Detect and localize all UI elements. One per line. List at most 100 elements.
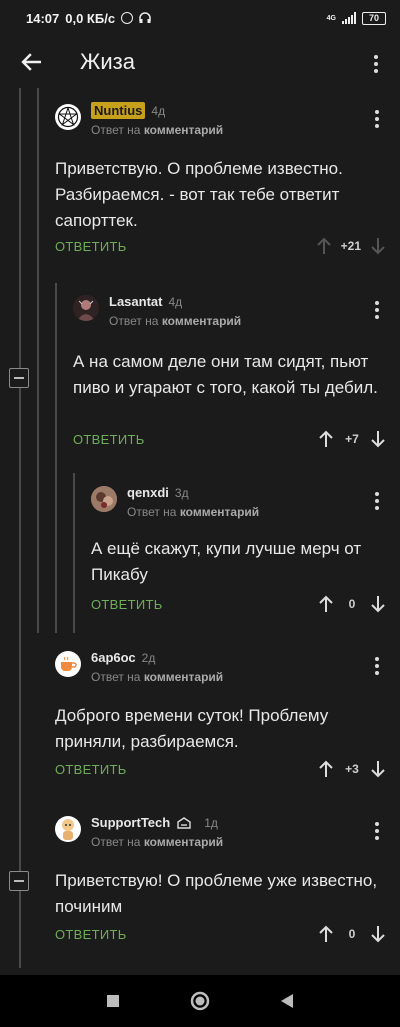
square-icon	[107, 995, 120, 1007]
rating: +3	[345, 762, 359, 776]
reply-button[interactable]: ОТВЕТИТЬ	[91, 597, 163, 612]
reply-to-link[interactable]: комментарий	[144, 670, 223, 684]
reply-button[interactable]: ОТВЕТИТЬ	[55, 927, 127, 942]
system-nav-bar	[0, 975, 400, 1027]
downvote-button[interactable]	[369, 759, 387, 779]
author-name[interactable]: 6ар6ос	[91, 650, 136, 665]
thread-line	[37, 88, 39, 633]
reply-button[interactable]: ОТВЕТИТЬ	[55, 239, 127, 254]
arrow-down-icon	[371, 926, 385, 943]
comment-time: 4д	[168, 294, 183, 309]
comment-text: Приветствую. О проблеме известно. Разбир…	[55, 159, 343, 230]
comment-menu-button[interactable]	[367, 818, 387, 844]
comment-menu-button[interactable]	[367, 297, 387, 323]
comment: Lasantat 4д Ответ на комментарий А на сам…	[73, 293, 387, 453]
thread-line	[73, 473, 75, 633]
author-name[interactable]: SupportTech	[91, 815, 170, 830]
battery-icon: 70	[362, 11, 386, 25]
system-back-button[interactable]	[267, 981, 307, 1021]
cup-icon	[61, 656, 77, 671]
thread-line	[55, 283, 57, 633]
status-speed: 0,0 КБ/с	[65, 10, 116, 26]
comment: Nuntius 4д Ответ на комментарий Приветств…	[55, 102, 387, 262]
reply-button[interactable]: ОТВЕТИТЬ	[55, 762, 127, 777]
alarm-icon	[121, 12, 134, 24]
overflow-menu-button[interactable]	[352, 36, 400, 88]
comment-text: А ещё скажут, купи лучше мерч от Пикабу	[91, 539, 362, 584]
collapse-branch-button[interactable]	[9, 368, 29, 388]
comment: SupportTech 1д Ответ на комментарий Прив…	[55, 814, 387, 949]
triangle-back-icon	[280, 994, 293, 1008]
rating: 0	[348, 597, 356, 611]
arrow-up-icon	[316, 237, 331, 254]
rating: 0	[348, 927, 356, 941]
arrow-down-icon	[371, 761, 385, 778]
reply-to-info: Ответ на комментарий	[91, 670, 224, 684]
app-bar: Жиза	[0, 36, 400, 88]
downvote-button[interactable]	[369, 429, 387, 449]
collapse-branch-button[interactable]	[9, 871, 29, 891]
reply-to-link[interactable]: комментарий	[162, 314, 241, 328]
avatar[interactable]	[91, 486, 117, 512]
avatar-image-icon	[62, 819, 74, 840]
avatar[interactable]	[73, 295, 99, 321]
rating: +21	[340, 239, 361, 253]
comment-time: 4д	[151, 103, 166, 118]
headphones-icon	[139, 12, 151, 23]
recents-button[interactable]	[93, 981, 133, 1021]
page-title: Жиза	[80, 49, 135, 74]
downvote-button[interactable]	[369, 236, 387, 256]
reply-to-info: Ответ на комментарий	[109, 314, 242, 328]
arrow-down-icon	[371, 238, 385, 255]
upvote-button[interactable]	[315, 236, 333, 256]
circle-icon	[190, 991, 210, 1011]
upvote-button[interactable]	[317, 924, 335, 944]
thread-line	[19, 88, 21, 968]
status-bar: 14:07 0,0 КБ/с 4G 70	[0, 0, 400, 36]
avatar[interactable]	[55, 816, 81, 842]
reply-to-info: Ответ на комментарий	[91, 123, 224, 137]
upvote-button[interactable]	[317, 594, 335, 614]
reply-to-link[interactable]: комментарий	[144, 835, 223, 849]
comment-text: А на самом деле они там сидят, пьют пиво…	[73, 352, 378, 397]
arrow-down-icon	[371, 431, 385, 448]
author-name[interactable]: Nuntius	[91, 102, 146, 119]
comment-time: 3д	[174, 485, 189, 500]
arrow-left-icon	[21, 53, 41, 71]
status-time: 14:07	[26, 10, 60, 26]
avatar[interactable]	[55, 104, 81, 130]
back-button[interactable]	[0, 36, 62, 88]
comment: qenxdi 3д Ответ на комментарий А ещё скаж…	[91, 484, 387, 619]
reply-to-info: Ответ на комментарий	[127, 505, 260, 519]
comment-time: 2д	[141, 650, 156, 665]
upvote-button[interactable]	[317, 759, 335, 779]
avatar-image-icon	[91, 486, 117, 512]
avatar-image-icon	[73, 295, 99, 321]
community-badge-icon	[177, 816, 191, 829]
comment-menu-button[interactable]	[367, 653, 387, 679]
downvote-button[interactable]	[369, 924, 387, 944]
avatar[interactable]	[55, 651, 81, 677]
arrow-up-icon	[319, 760, 333, 777]
reply-to-link[interactable]: комментарий	[180, 505, 259, 519]
comment-menu-button[interactable]	[367, 488, 387, 514]
comment: 6ар6ос 2д Ответ на комментарий Доброго вр…	[55, 649, 387, 784]
arrow-down-icon	[371, 596, 385, 613]
comment-text: Приветствую! О проблеме уже известно, по…	[55, 871, 378, 916]
arrow-up-icon	[319, 430, 333, 447]
reply-to-link[interactable]: комментарий	[144, 123, 223, 137]
author-name[interactable]: qenxdi	[127, 485, 169, 500]
network-type: 4G	[326, 14, 336, 22]
arrow-up-icon	[319, 925, 333, 942]
downvote-button[interactable]	[369, 594, 387, 614]
upvote-button[interactable]	[317, 429, 335, 449]
comment-thread: Nuntius 4д Ответ на комментарий Приветств…	[0, 88, 400, 968]
reply-button[interactable]: ОТВЕТИТЬ	[73, 432, 145, 447]
comment-menu-button[interactable]	[367, 106, 387, 132]
signal-icon	[342, 12, 356, 24]
more-vertical-icon	[366, 51, 386, 77]
pentagram-icon	[57, 106, 79, 128]
comment-time: 1д	[204, 815, 218, 830]
home-button[interactable]	[180, 981, 220, 1021]
author-name[interactable]: Lasantat	[109, 294, 162, 309]
